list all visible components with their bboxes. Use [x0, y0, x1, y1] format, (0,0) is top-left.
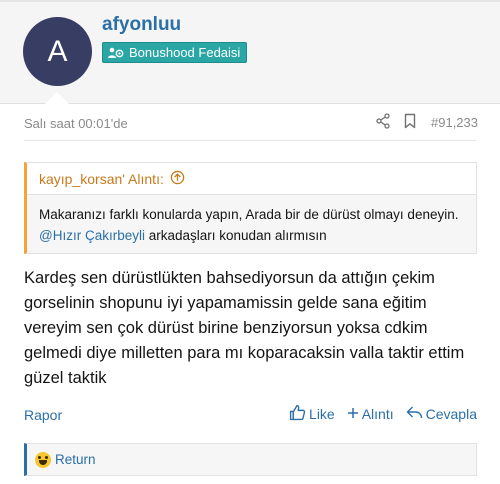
users-group-icon [107, 46, 125, 60]
header-top-border [0, 0, 500, 2]
meta-divider [24, 140, 476, 141]
post-number[interactable]: #91,233 [431, 115, 478, 130]
plus-icon [347, 406, 359, 422]
header-pointer [45, 92, 69, 104]
like-label: Like [309, 406, 335, 422]
post-actions-right: Like Alıntı Cevapla [289, 404, 477, 424]
username-link[interactable]: afyonluu [102, 14, 181, 36]
reply-icon [406, 405, 423, 423]
post-actions: Rapor Like Alıntı Cevapla [24, 404, 477, 428]
quote-block: kayıp_korsan' Alıntı: Makaranızı farklı … [24, 162, 477, 254]
quote-button[interactable]: Alıntı [347, 406, 394, 422]
quote-label: Alıntı [361, 406, 394, 422]
quote-text-before: Makaranızı farklı konularda yapın, Arada… [39, 207, 459, 222]
post-user-header: A afyonluu Bonushood Fedaisi [0, 0, 500, 104]
post-date[interactable]: Salı saat 00:01'de [24, 116, 128, 131]
user-mention-link[interactable]: @Hızır Çakırbeyli [39, 228, 145, 243]
laughing-emoji-icon [35, 451, 51, 468]
bookmark-icon[interactable] [403, 113, 417, 132]
quote-text-after: arkadaşları konudan alırmısın [148, 228, 327, 243]
quote-author[interactable]: kayıp_korsan' Alıntı: [39, 171, 164, 187]
reactions-bar[interactable]: Return [24, 443, 477, 476]
quote-text: Makaranızı farklı konularda yapın, Arada… [27, 195, 476, 255]
reply-button[interactable]: Cevapla [406, 405, 477, 423]
post-meta-tools: #91,233 [375, 113, 478, 132]
thumbs-up-icon [289, 404, 306, 424]
avatar[interactable]: A [23, 17, 92, 86]
reactions-user-link[interactable]: Return [55, 452, 96, 467]
post-body: Kardeş sen dürüstlükten bahsediyorsun da… [24, 269, 465, 387]
badge-label: Bonushood Fedaisi [129, 45, 241, 60]
quote-header[interactable]: kayıp_korsan' Alıntı: [27, 163, 476, 195]
like-button[interactable]: Like [289, 404, 335, 424]
report-link[interactable]: Rapor [24, 407, 62, 423]
reply-label: Cevapla [425, 406, 477, 422]
user-title-badge: Bonushood Fedaisi [102, 42, 248, 63]
share-icon[interactable] [375, 113, 391, 132]
arrow-up-circle-icon[interactable] [170, 170, 185, 188]
